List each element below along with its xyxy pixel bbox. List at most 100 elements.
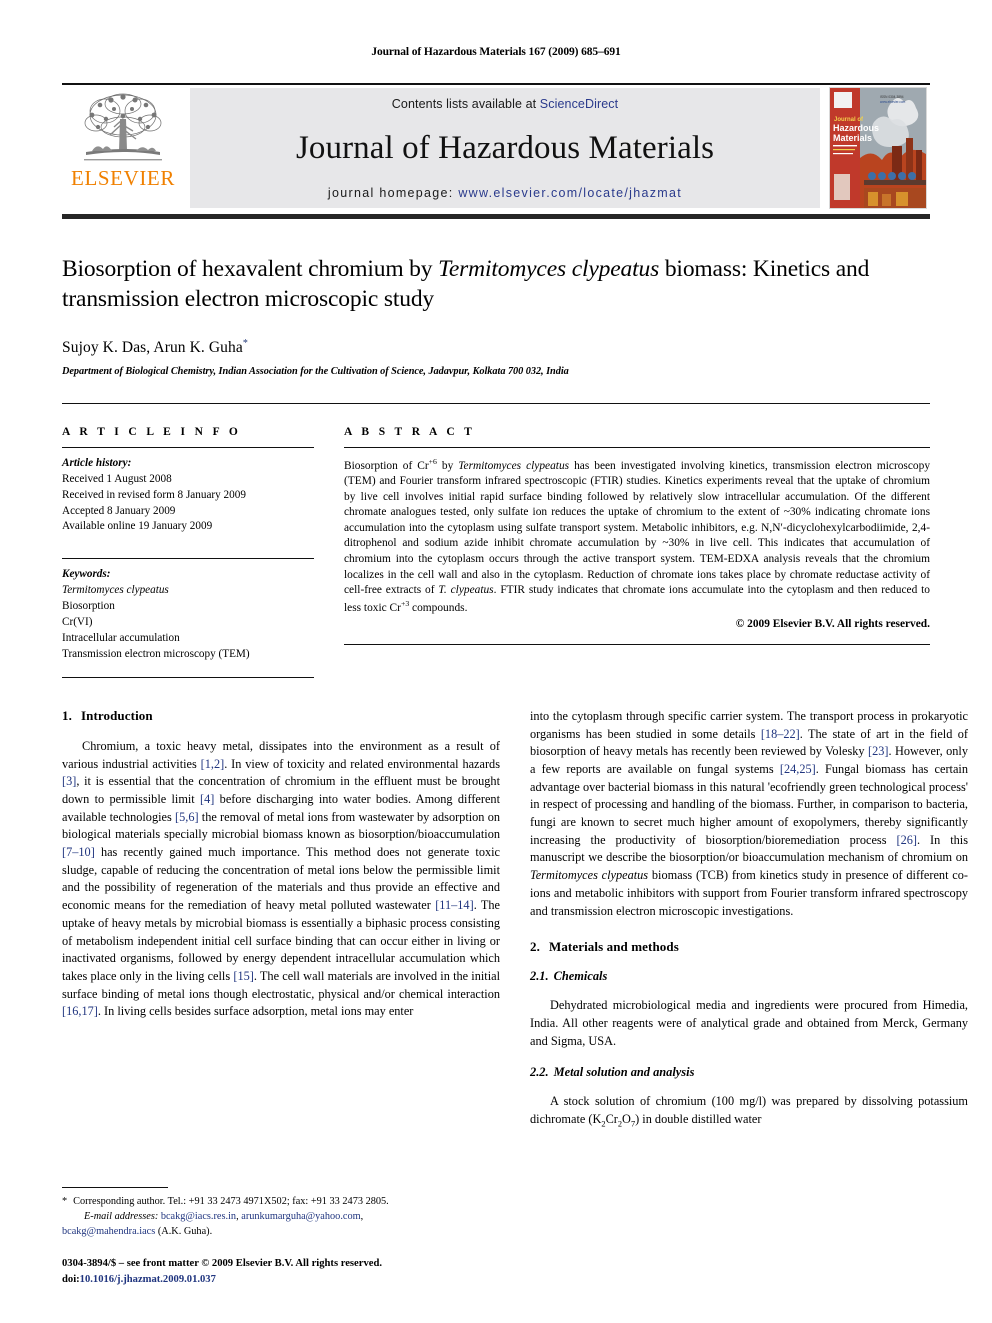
homepage-url-link[interactable]: www.elsevier.com/locate/jhazmat	[458, 186, 682, 200]
section-heading-materials: 2. Materials and methods	[530, 939, 968, 955]
left-column: 1. Introduction Chromium, a toxic heavy m…	[62, 708, 500, 1131]
subsection-title: Chemicals	[553, 969, 608, 984]
email-link-3[interactable]: bcakg@mahendra.iacs	[62, 1226, 155, 1237]
chemicals-paragraph: Dehydrated microbiological media and ing…	[530, 998, 968, 1048]
email-sep: ,	[360, 1210, 364, 1222]
svg-text:ISSN 0304-3894: ISSN 0304-3894	[880, 95, 904, 99]
subsection-heading-chemicals: 2.1. Chemicals	[530, 969, 968, 984]
author-names: Sujoy K. Das, Arun K. Guha	[62, 338, 243, 356]
svg-text:Materials: Materials	[833, 133, 872, 143]
journal-cover-block: Journal of Hazardous Materials ISSN 0304…	[826, 85, 930, 212]
imprint-line: 0304-3894/$ – see front matter © 2009 El…	[62, 1258, 382, 1270]
footnote-rule	[62, 1187, 168, 1189]
metal-solution-paragraph: A stock solution of chromium (100 mg/l) …	[530, 1093, 968, 1130]
citation-ref[interactable]: [4]	[200, 792, 214, 806]
keywords-label: Keywords:	[62, 568, 111, 581]
homepage-prefix: journal homepage:	[327, 186, 459, 200]
citation-ref[interactable]: [11–14]	[435, 898, 473, 912]
citation-ref[interactable]: [26]	[896, 833, 917, 847]
abstract-heading: A B S T R A C T	[344, 425, 476, 438]
info-gap	[62, 535, 314, 549]
citation-ref[interactable]: [15]	[233, 969, 254, 983]
citation-ref[interactable]: [24,25]	[780, 762, 816, 776]
intro-species-name: Termitomyces clypeatus	[530, 868, 649, 883]
doi-line: doi:10.1016/j.jhazmat.2009.01.037	[62, 1272, 500, 1287]
section-title: Introduction	[80, 707, 153, 723]
citation-ref[interactable]: [1,2]	[201, 757, 225, 771]
journal-cover-image: Journal of Hazardous Materials ISSN 0304…	[829, 87, 927, 209]
abstract-cr6-superscript: +6	[428, 456, 437, 466]
history-item: Available online 19 January 2009	[62, 520, 213, 533]
citation-ref[interactable]: [16,17]	[62, 1004, 98, 1018]
keyword-item: Transmission electron microscopy (TEM)	[62, 647, 250, 660]
corresponding-author-marker: *	[242, 337, 248, 349]
citation-ref[interactable]: [3]	[62, 774, 76, 788]
article-info-heading: A R T I C L E I N F O	[62, 425, 242, 438]
history-item: Received in revised form 8 January 2009	[62, 488, 246, 501]
section-number: 1.	[62, 707, 72, 723]
keyword-item: Biosorption	[62, 600, 115, 613]
intro-text-b: . In view of toxicity and related enviro…	[224, 756, 500, 771]
publisher-logo-block: ELSEVIER	[62, 85, 184, 212]
abstract-seg-3: has been investigated involving kinetics…	[344, 459, 931, 597]
email-owner: (A.K. Guha).	[155, 1225, 213, 1237]
subsection-number: 2.1.	[530, 969, 549, 984]
email-addresses-label: E-mail addresses:	[84, 1210, 159, 1222]
abstract-copyright: © 2009 Elsevier B.V. All rights reserved…	[735, 618, 930, 631]
subsection-number: 2.2.	[530, 1065, 549, 1080]
meta-grid: A R T I C L E I N F O Article history: R…	[62, 426, 930, 678]
sciencedirect-link[interactable]: ScienceDirect	[540, 97, 618, 111]
body-columns: 1. Introduction Chromium, a toxic heavy m…	[62, 708, 968, 1131]
citation-ref[interactable]: [18–22]	[761, 727, 800, 741]
email-link-1[interactable]: bcakg@iacs.res.in	[161, 1211, 236, 1222]
elsevier-tree-icon	[84, 93, 162, 161]
citation-ref[interactable]: [7–10]	[62, 845, 95, 859]
elsevier-wordmark: ELSEVIER	[71, 166, 175, 190]
meta-top-rule	[62, 402, 930, 404]
metal-text-b: Cr	[605, 1112, 618, 1127]
article-history-label: Article history:	[62, 456, 132, 469]
journal-masthead: ELSEVIER Contents lists available at Sci…	[62, 83, 930, 212]
abstract-seg-1: Biosorption of Cr	[344, 459, 429, 472]
abstract-cr3-superscript: +3	[400, 598, 410, 608]
intro-text-i-left: . In living cells besides surface adsorp…	[97, 1004, 414, 1019]
running-head: Journal of Hazardous Materials 167 (2009…	[371, 46, 621, 58]
citation-ref[interactable]: [23]	[868, 744, 889, 758]
title-area: Biosorption of hexavalent chromium by Te…	[62, 219, 930, 377]
author-list: Sujoy K. Das, Arun K. Guha*	[62, 338, 930, 357]
imprint-block: 0304-3894/$ – see front matter © 2009 El…	[62, 1256, 500, 1287]
keywords-rule	[62, 558, 314, 560]
footnote-star: *	[62, 1196, 68, 1208]
keyword-item: Intracellular accumulation	[62, 632, 180, 644]
corresponding-author-note: * Corresponding author. Tel.: +91 33 2473…	[62, 1195, 500, 1239]
doi-label: doi:	[62, 1273, 80, 1285]
email-link-2[interactable]: arunkumarguha@yahoo.com	[241, 1211, 360, 1222]
metal-text-d: ) in double distilled water	[635, 1112, 762, 1127]
article-info-bottom-rule	[62, 676, 314, 678]
keyword-item: Termitomyces clypeatus	[62, 584, 169, 597]
history-item: Accepted 8 January 2009	[62, 504, 176, 517]
svg-text:www.elsevier.com: www.elsevier.com	[880, 100, 906, 104]
abstract-text: Biosorption of Cr+6 by Termitomyces clyp…	[344, 457, 930, 616]
intro-paragraph-right: into the cytoplasm through specific carr…	[530, 708, 968, 920]
title-species-name: Termitomyces clypeatus	[438, 256, 660, 282]
section-number: 2.	[530, 939, 540, 955]
section-title: Materials and methods	[548, 939, 679, 955]
keyword-item: Cr(VI)	[62, 616, 93, 629]
doi-link[interactable]: 10.1016/j.jhazmat.2009.01.037	[80, 1274, 216, 1285]
journal-homepage-line: journal homepage: www.elsevier.com/locat…	[328, 186, 682, 200]
abstract-column: A B S T R A C T Biosorption of Cr+6 by T…	[344, 426, 930, 678]
masthead-center-panel: Contents lists available at ScienceDirec…	[190, 88, 820, 208]
citation-ref[interactable]: [5,6]	[175, 810, 199, 824]
keywords-block: Keywords: Termitomyces clypeatus Biosorp…	[62, 567, 314, 662]
subsection-title: Metal solution and analysis	[553, 1065, 695, 1080]
article-info-column: A R T I C L E I N F O Article history: R…	[62, 426, 314, 678]
svg-text:Hazardous: Hazardous	[833, 123, 879, 133]
corresponding-author-text: Corresponding author. Tel.: +91 33 2473 …	[73, 1196, 389, 1208]
contents-available-line: Contents lists available at ScienceDirec…	[392, 97, 618, 111]
abstract-seg-2: by	[436, 459, 459, 472]
article-history-block: Article history: Received 1 August 2008 …	[62, 456, 314, 536]
footnote-area: * Corresponding author. Tel.: +91 33 2473…	[62, 1187, 500, 1287]
